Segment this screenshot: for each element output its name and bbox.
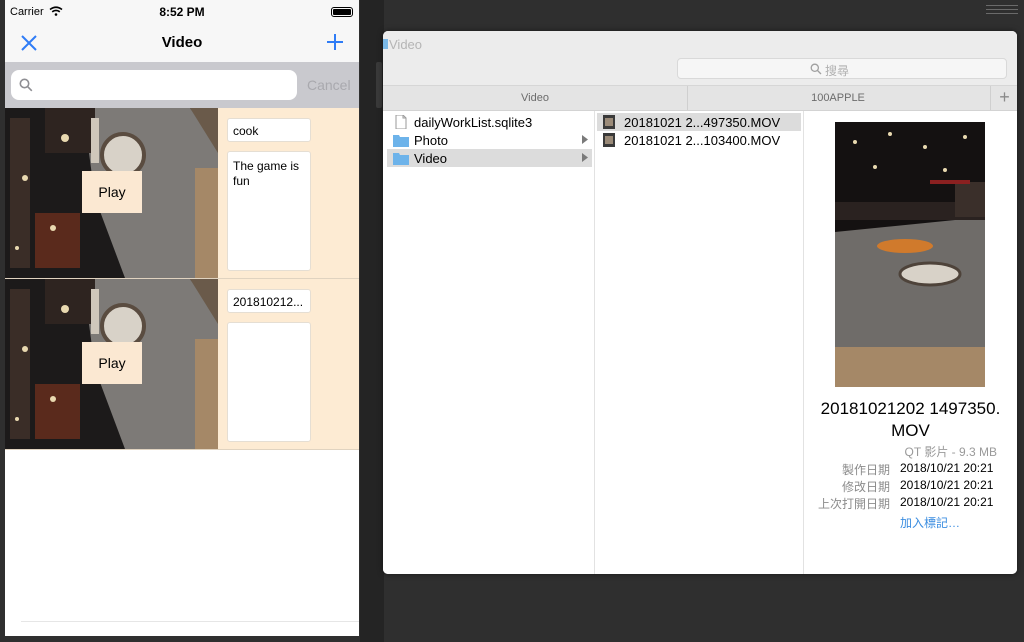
preview-file-name-line: 20181021202 1497350.	[820, 399, 1001, 418]
search-field[interactable]	[11, 70, 297, 100]
battery-icon	[331, 7, 353, 17]
nav-title: Video	[161, 34, 203, 51]
search-input[interactable]	[39, 74, 293, 98]
finder-column-1: dailyWorkList.sqlite3 Photo Video	[383, 111, 595, 574]
item-label: Photo	[414, 133, 448, 148]
meta-key: 修改日期	[841, 480, 890, 494]
document-icon	[395, 115, 407, 129]
movie-file-icon	[603, 115, 615, 129]
menu-lines-icon	[986, 2, 1018, 16]
status-time: 8:52 PM	[159, 5, 205, 19]
window-grab-handle[interactable]	[376, 62, 382, 108]
play-button[interactable]: Play	[82, 342, 142, 384]
preview-image	[835, 122, 985, 387]
item-label: 20181021 2...497350.MOV	[624, 115, 781, 130]
tab-video[interactable]: Video	[383, 86, 688, 110]
item-label: 20181021 2...103400.MOV	[624, 133, 781, 148]
list-item[interactable]: 20181021 2...103400.MOV	[597, 131, 801, 149]
list-item-selected[interactable]: Video	[387, 149, 592, 167]
list-item[interactable]: Photo	[387, 131, 592, 149]
chevron-right-icon	[582, 135, 588, 144]
search-cancel-button[interactable]: Cancel	[307, 77, 351, 93]
play-button[interactable]: Play	[82, 171, 142, 213]
meta-value: 2018/10/21 20:21	[900, 495, 994, 509]
folder-icon	[393, 135, 409, 147]
status-bar: Carrier 8:52 PM	[5, 0, 359, 24]
folder-icon	[383, 39, 388, 49]
ios-simulator-screen: Carrier 8:52 PM Video Cancel Play cook T…	[5, 0, 359, 636]
item-label: dailyWorkList.sqlite3	[414, 115, 533, 130]
add-tags-link[interactable]: 加入標記…	[900, 514, 960, 531]
search-icon	[19, 78, 33, 92]
finder-titlebar[interactable]: Video 搜尋	[383, 31, 1017, 86]
video-row[interactable]: Play 201810212...	[5, 279, 359, 450]
preview-image-art	[835, 122, 985, 387]
finder-search-field[interactable]: 搜尋	[677, 58, 1007, 79]
meta-value: 2018/10/21 20:21	[900, 461, 994, 475]
add-icon[interactable]	[325, 32, 345, 52]
list-item[interactable]: dailyWorkList.sqlite3	[387, 113, 592, 131]
finder-search-placeholder: 搜尋	[825, 64, 850, 78]
desktop-divider	[360, 0, 384, 642]
video-description-field[interactable]	[227, 322, 311, 442]
preview-file-name: 20181021202 1497350. MOV	[804, 398, 1017, 442]
preview-kind-size: QT 影片 - 9.3 MB	[904, 445, 997, 459]
finder-tab-bar: Video 100APPLE +	[383, 86, 1017, 111]
item-label: Video	[414, 151, 448, 166]
window-title: Video	[389, 37, 423, 52]
search-bar: Cancel	[5, 62, 359, 108]
movie-file-icon	[603, 133, 615, 147]
preview-file-name-line: MOV	[891, 421, 930, 440]
video-row[interactable]: Play cook The game is fun	[5, 108, 359, 279]
tab-100apple[interactable]: 100APPLE	[688, 86, 988, 110]
new-tab-button[interactable]: +	[990, 86, 1017, 110]
meta-key: 上次打開日期	[817, 497, 890, 511]
list-item-selected[interactable]: 20181021 2...497350.MOV	[597, 113, 801, 131]
search-icon	[810, 63, 822, 75]
video-description-field[interactable]: The game is fun	[227, 151, 311, 271]
finder-column-2: 20181021 2...497350.MOV 20181021 2...103…	[595, 111, 804, 574]
finder-preview-pane: 20181021202 1497350. MOV QT 影片 - 9.3 MB …	[804, 111, 1017, 574]
video-title-field[interactable]: cook	[227, 118, 311, 142]
meta-value: 2018/10/21 20:21	[900, 478, 994, 492]
finder-window: Video 搜尋 Video 100APPLE + dailyWorkList.…	[383, 31, 1017, 574]
navigation-bar: Video	[5, 24, 359, 62]
chevron-right-icon	[582, 153, 588, 162]
folder-icon	[393, 153, 409, 165]
video-title-field[interactable]: 201810212...	[227, 289, 311, 313]
meta-key: 製作日期	[841, 463, 890, 477]
divider	[21, 621, 359, 622]
